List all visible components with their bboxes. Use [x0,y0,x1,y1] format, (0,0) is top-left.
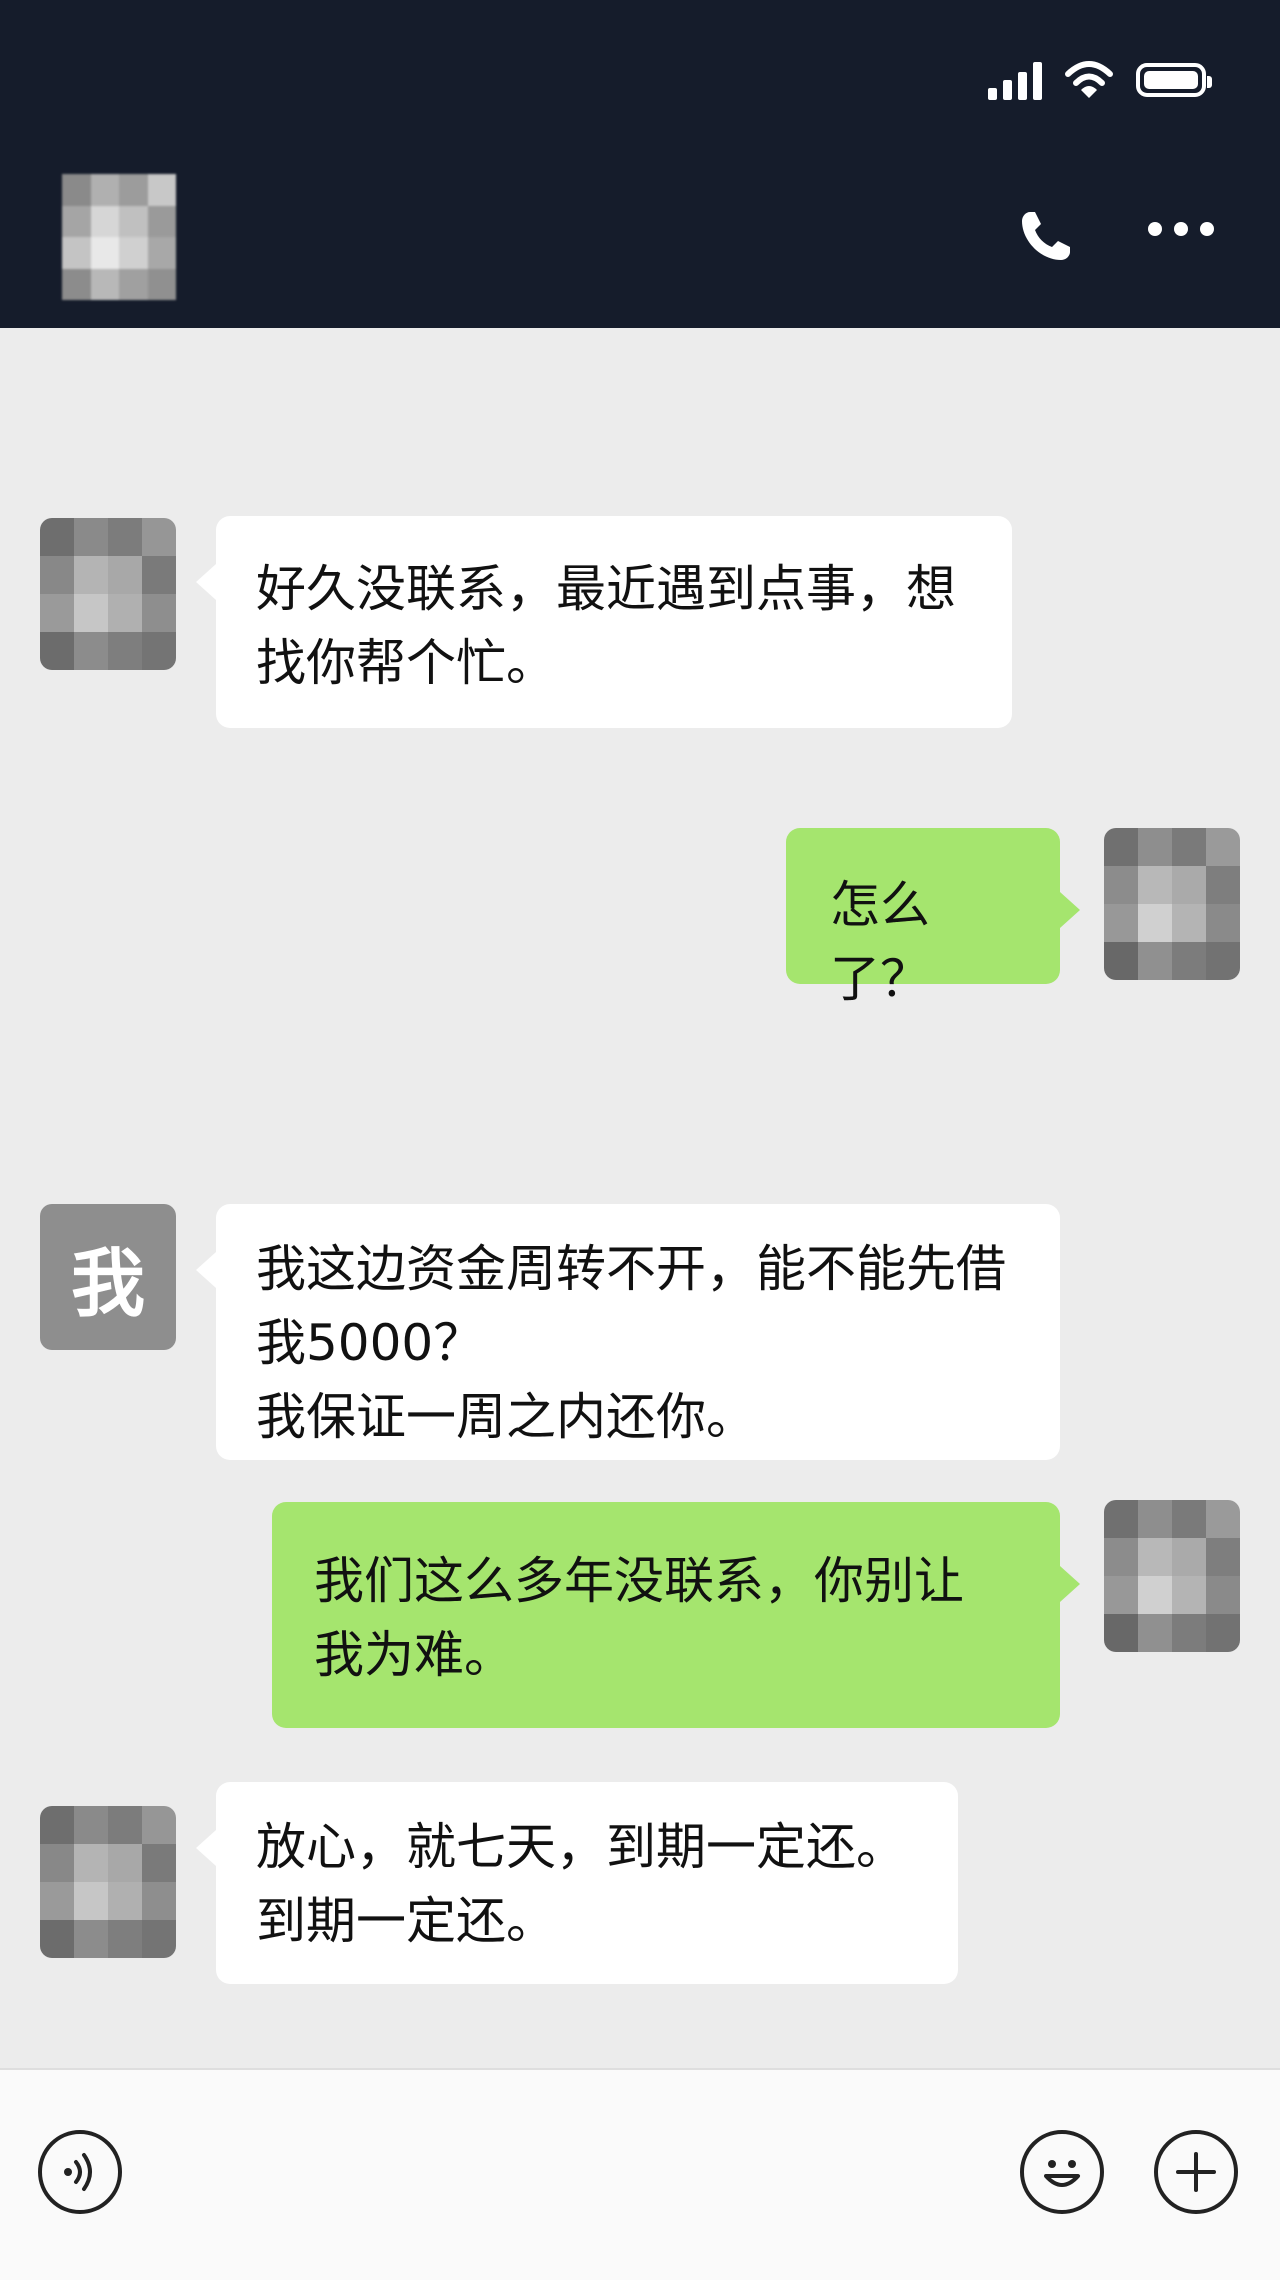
voice-icon[interactable] [38,2130,122,2214]
chat-header [0,0,1280,328]
plus-icon[interactable] [1154,2130,1238,2214]
wifi-icon [1065,61,1113,98]
status-bar [988,58,1212,102]
emoji-icon[interactable] [1020,2130,1104,2214]
my-avatar[interactable] [1104,828,1240,980]
sender-avatar[interactable] [40,1806,176,1958]
message-bubble[interactable]: 我们这么多年没联系，你别让 我为难。 [272,1502,1080,1728]
message-bubble[interactable]: 我这边资金周转不开，能不能先借 我5000？ 我保证一周之内还你。 [196,1204,1060,1460]
message-bubble[interactable]: 怎么了？ [786,828,1080,1008]
sender-avatar[interactable] [40,518,176,670]
sender-avatar[interactable]: 我 [40,1204,176,1350]
input-bar [0,2068,1280,2280]
message-bubble[interactable]: 放心，就七天，到期一定还。 到期一定还。 [196,1782,958,1984]
battery-icon [1136,63,1212,97]
message-bubble[interactable]: 好久没联系，最近遇到点事，想 找你帮个忙。 [196,516,1012,728]
signal-icon [988,60,1042,100]
contact-avatar[interactable] [62,174,176,300]
my-avatar[interactable] [1104,1500,1240,1652]
chat-area: 好久没联系，最近遇到点事，想 找你帮个忙。 怎么了？ 我 我这边资金周转不开，能… [0,328,1280,2068]
phone-icon[interactable] [1016,206,1076,266]
more-icon[interactable] [1148,222,1214,236]
